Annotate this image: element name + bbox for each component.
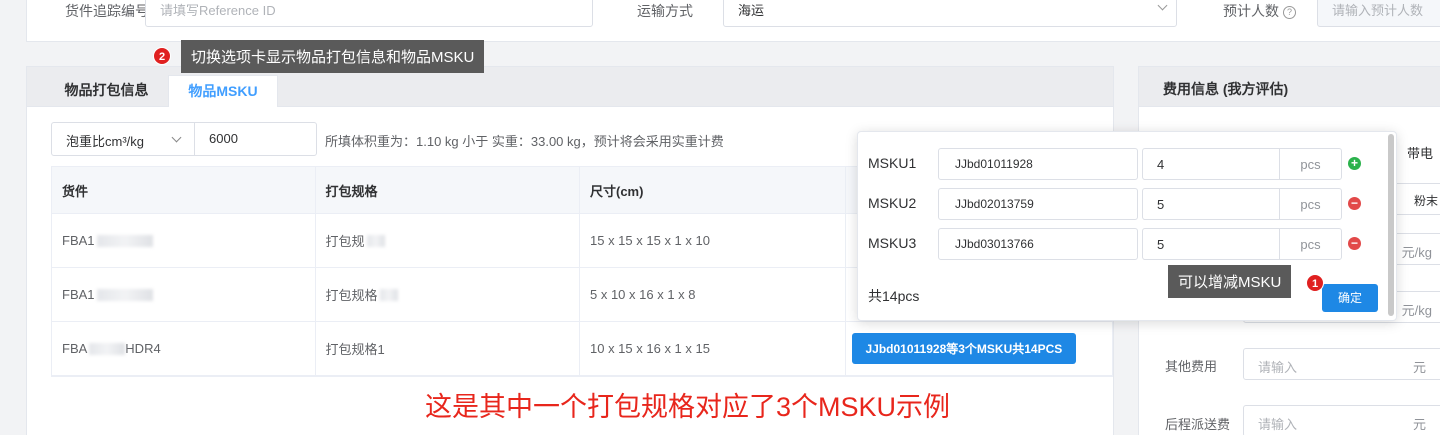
remove-msku-icon[interactable]: − [1348, 237, 1361, 250]
package-size: 10 x 15 x 16 x 1 x 15 [580, 322, 846, 375]
confirm-button[interactable]: 确定 [1322, 284, 1378, 312]
volume-ratio-group: 泡重比cm³/kg 6000 [51, 122, 317, 156]
msku-row: MSKU3 JJbd03013766 5 pcs − [858, 228, 1396, 260]
chevron-down-icon [1157, 0, 1168, 11]
msku-code-input[interactable]: JJbd01011928 [938, 148, 1138, 180]
help-icon: ? [1283, 5, 1296, 19]
step-badge-1: 1 [1306, 274, 1324, 292]
redacted-mask [96, 234, 153, 247]
step-badge-2: 2 [153, 47, 171, 65]
package-size: 5 x 10 x 16 x 1 x 8 [580, 268, 846, 321]
msku-summary-button[interactable]: JJbd01011928等3个MSKU共14PCS [851, 333, 1077, 364]
msku-label: MSKU2 [868, 195, 917, 211]
msku-code-input[interactable]: JJbd02013759 [938, 188, 1138, 220]
msku-label: MSKU3 [868, 235, 917, 251]
tab-packing-info[interactable]: 物品打包信息 [49, 75, 164, 107]
msku-cell: JJbd01011928等3个MSKU共14PCS [846, 322, 1112, 375]
redacted-mask [89, 342, 126, 355]
fee-panel-title: 费用信息 (我方评估) [1139, 67, 1440, 107]
packing-spec: 打包规格1 [316, 322, 580, 375]
shipping-value: 海运 [738, 3, 765, 18]
example-caption: 这是其中一个打包规格对应了3个MSKU示例 [425, 392, 951, 422]
table-row: FBA HDR4 打包规格1 10 x 15 x 16 x 1 x 15 JJbd… [52, 322, 1112, 376]
packing-spec: 打包规 [316, 214, 580, 267]
hint-tooltip-2: 切换选项卡显示物品打包信息和物品MSKU [181, 40, 485, 73]
shipping-label: 运输方式 [637, 3, 693, 19]
msku-total: 共14pcs [868, 288, 920, 304]
delivery-fee-input[interactable]: 请输入元 [1243, 405, 1440, 435]
count-label: 预计人数? [1223, 1, 1296, 21]
volume-ratio-input[interactable]: 6000 [195, 123, 252, 155]
other-fee-input[interactable]: 请输入元 [1243, 348, 1440, 380]
delivery-fee-label: 后程派送费 [1165, 417, 1231, 432]
msku-qty-input[interactable]: 4 pcs [1142, 148, 1342, 180]
tab-msku[interactable]: 物品MSKU [168, 75, 278, 107]
popover-scrollbar[interactable] [1388, 134, 1394, 316]
msku-label: MSKU1 [868, 155, 917, 171]
option-battery[interactable]: 带电 [1407, 143, 1433, 162]
msku-code-input[interactable]: JJbd03013766 [938, 228, 1138, 260]
package-size: 15 x 15 x 15 x 1 x 10 [580, 214, 846, 267]
redacted-mask [366, 234, 385, 247]
remove-msku-icon[interactable]: − [1348, 197, 1361, 210]
msku-row: MSKU2 JJbd02013759 5 pcs − [858, 188, 1396, 220]
shipment-id: FBA HDR4 [52, 322, 316, 375]
add-msku-icon[interactable]: + [1348, 157, 1361, 170]
chevron-down-icon [171, 132, 182, 143]
shipment-form-top: 货件追踪编号 请填写Reference ID 运输方式 海运 预计人数? 请输入… [26, 0, 1440, 42]
redacted-mask [96, 288, 153, 301]
header-shipment: 货件 [52, 167, 316, 213]
msku-popover: MSKU1 JJbd01011928 4 pcs + MSKU2 JJbd0201… [857, 131, 1397, 321]
packing-spec: 打包规格 [316, 268, 580, 321]
tab-bar: 物品打包信息 物品MSKU [27, 67, 1113, 107]
tracking-input[interactable]: 请填写Reference ID [145, 0, 593, 27]
msku-row: MSKU1 JJbd01011928 4 pcs + [858, 148, 1396, 180]
header-spec: 打包规格 [316, 167, 580, 213]
hint-tooltip-1: 可以增减MSKU [1168, 265, 1292, 298]
volume-ratio-select[interactable]: 泡重比cm³/kg [52, 123, 195, 155]
msku-qty-input[interactable]: 5 pcs [1142, 228, 1342, 260]
weight-note: 所填体积重为：1.10 kg 小于 实重：33.00 kg，预计将会采用实重计费 [325, 134, 724, 149]
shipping-select[interactable]: 海运 [723, 0, 1177, 27]
msku-qty-input[interactable]: 5 pcs [1142, 188, 1342, 220]
shipment-id: FBA1 [52, 268, 316, 321]
redacted-mask [379, 288, 398, 301]
count-input[interactable]: 请输入预计人数 [1317, 0, 1440, 27]
tracking-label: 货件追踪编号 [65, 3, 149, 19]
other-fee-label: 其他费用 [1165, 359, 1218, 374]
shipment-id: FBA1 [52, 214, 316, 267]
header-size: 尺寸(cm) [580, 167, 846, 213]
